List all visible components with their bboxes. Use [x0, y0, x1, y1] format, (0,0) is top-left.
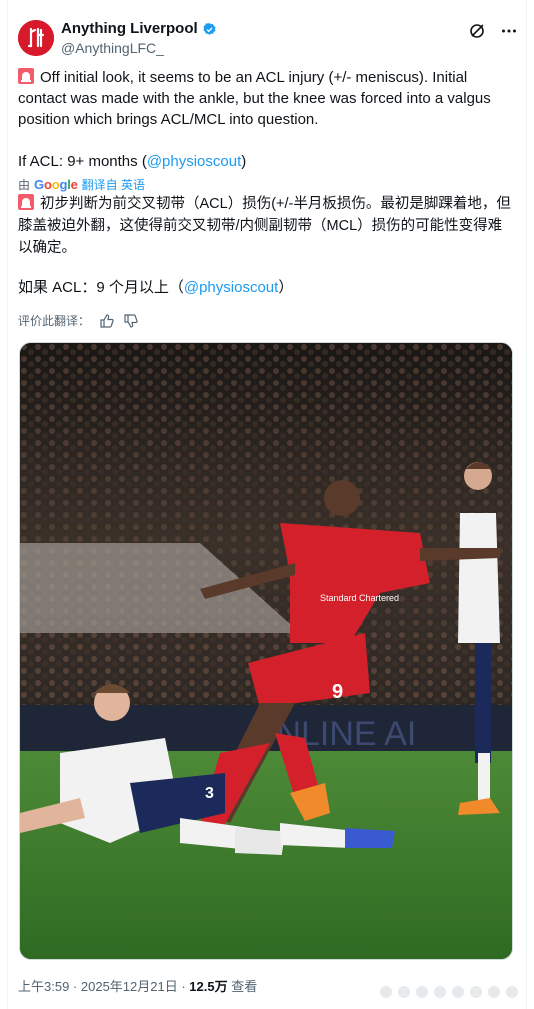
siren-emoji-icon: [18, 68, 34, 84]
mention-link[interactable]: @physioscout: [184, 279, 278, 296]
translated-from-link[interactable]: 翻译自 英语: [82, 176, 145, 193]
tweet-text-original-2: If ACL: 9+ months (@physioscout): [18, 151, 513, 172]
more-options-icon[interactable]: [500, 22, 518, 40]
timestamp-separator: ·: [69, 979, 81, 994]
tweet-card: Anything Liverpool @AnythingLFC_ Off ini…: [7, 0, 527, 1009]
tweet-paragraph-prefix: If ACL: 9+ months (: [18, 153, 147, 170]
grok-icon[interactable]: [468, 22, 486, 40]
shirt-number: 9: [332, 681, 343, 703]
user-handle[interactable]: @AnythingLFC_: [61, 39, 217, 57]
football-match-photo: ONLINE AI Standard Chartered 9 3: [20, 343, 512, 959]
thumbs-down-icon[interactable]: [124, 313, 138, 328]
opponent-shirt-number: 3: [205, 785, 214, 802]
liverbird-logo: [18, 20, 54, 56]
siren-emoji-icon: [18, 194, 34, 210]
tweet-text-original: Off initial look, it seems to be an ACL …: [18, 67, 513, 130]
views-separator: ·: [177, 979, 190, 994]
translated-paragraph-prefix: 如果 ACL：9 个月以上（: [18, 279, 184, 296]
tweet-text-translated: 初步判断为前交叉韧带（ACL）损伤(+/-半月板损伤。最初是脚踝着地，但膝盖被迫…: [18, 193, 513, 259]
verified-badge-icon: [203, 22, 216, 35]
post-time[interactable]: 上午3:59: [18, 979, 69, 994]
translated-paragraph: 初步判断为前交叉韧带（ACL）损伤(+/-半月板损伤。最初是脚踝着地，但膝盖被迫…: [18, 196, 511, 256]
avatar[interactable]: [18, 20, 54, 56]
rate-translation: 评价此翻译：: [18, 312, 138, 329]
tweet-text-translated-2: 如果 ACL：9 个月以上（@physioscout）: [18, 277, 513, 298]
google-logo: Google: [34, 177, 78, 192]
translated-paragraph-suffix: ）: [278, 279, 294, 296]
rate-translation-label: 评价此翻译：: [18, 314, 91, 328]
tweet-header: Anything Liverpool @AnythingLFC_: [18, 18, 518, 58]
views-label: 查看: [231, 979, 258, 994]
tweet-photo[interactable]: ONLINE AI Standard Chartered 9 3: [19, 342, 513, 960]
tweet-timestamp[interactable]: 上午3:59 · 2025年12月21日 · 12.5万 查看: [18, 976, 257, 995]
post-date[interactable]: 2025年12月21日: [81, 979, 178, 994]
display-name[interactable]: Anything Liverpool: [61, 20, 217, 38]
watermark: [380, 986, 518, 998]
translation-attribution: 由 Google 翻译自 英语: [18, 176, 145, 193]
tweet-paragraph-suffix: ): [241, 153, 247, 170]
sponsor-text: Standard Chartered: [320, 593, 399, 603]
tweet-paragraph: Off initial look, it seems to be an ACL …: [18, 69, 491, 128]
mention-link[interactable]: @physioscout: [147, 153, 241, 170]
views-count: 12.5万: [189, 979, 228, 994]
translate-by-label: 由: [18, 178, 31, 192]
display-name-text[interactable]: Anything Liverpool: [61, 20, 198, 38]
thumbs-up-icon[interactable]: [100, 313, 114, 328]
